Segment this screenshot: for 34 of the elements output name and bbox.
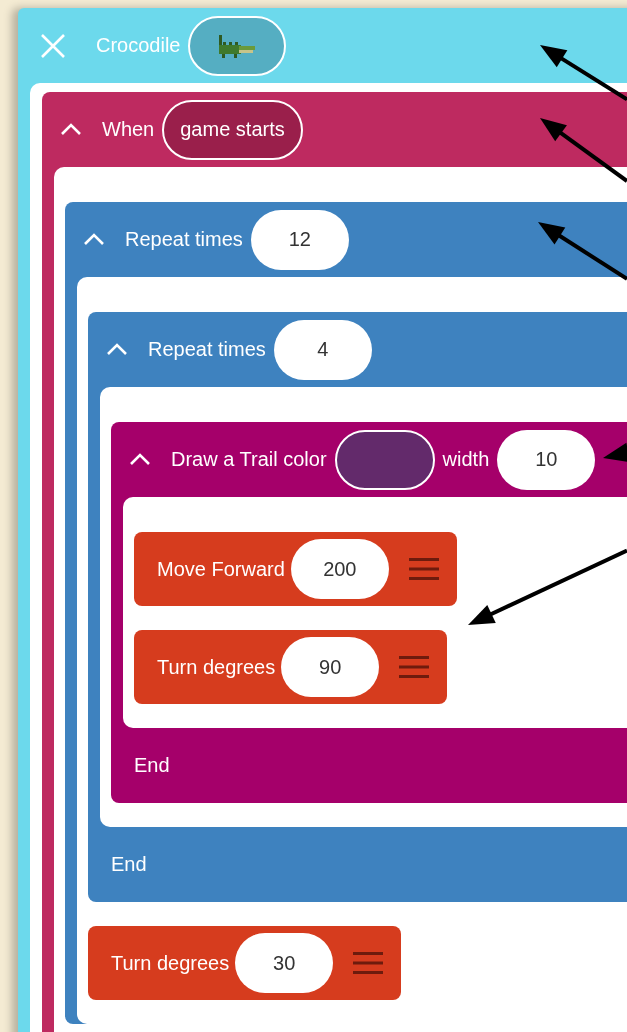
chevron-up-icon bbox=[83, 233, 105, 246]
menu-icon[interactable] bbox=[408, 557, 439, 581]
chevron-up-icon bbox=[60, 123, 82, 136]
menu-icon[interactable] bbox=[353, 951, 384, 975]
end-label: End bbox=[111, 853, 147, 876]
action-block[interactable]: Move Forward 200 bbox=[134, 532, 457, 606]
block-label: Turn degrees bbox=[157, 655, 276, 679]
value-field[interactable]: 200 bbox=[290, 539, 389, 599]
block-label: Draw a Trail color bbox=[171, 448, 327, 471]
value-field[interactable]: 90 bbox=[281, 637, 380, 697]
annotation-arrow bbox=[603, 442, 627, 463]
collapse-toggle[interactable] bbox=[83, 233, 105, 246]
value-field[interactable]: 12 bbox=[250, 209, 349, 270]
value-field[interactable]: 10 bbox=[497, 429, 596, 490]
block-label: Move Forward bbox=[157, 557, 285, 581]
block-label: Turn degrees bbox=[111, 951, 230, 975]
action-block[interactable]: Turn degrees 30 bbox=[88, 926, 402, 1000]
close-icon bbox=[40, 32, 66, 59]
block-label: When bbox=[102, 118, 155, 141]
collapse-toggle[interactable] bbox=[106, 343, 128, 356]
chevron-up-icon bbox=[106, 343, 128, 356]
sprite-name: Crocodile bbox=[96, 34, 181, 57]
action-block[interactable]: Turn degrees 90 bbox=[134, 630, 448, 704]
event-dropdown[interactable]: game starts bbox=[162, 99, 303, 160]
chevron-up-icon bbox=[129, 453, 151, 466]
block-label: width bbox=[442, 448, 490, 471]
value-field[interactable]: 4 bbox=[273, 319, 372, 380]
collapse-toggle[interactable] bbox=[129, 453, 151, 466]
value-field[interactable]: 30 bbox=[235, 933, 334, 993]
end-label: End bbox=[134, 754, 170, 777]
menu-icon[interactable] bbox=[399, 655, 430, 679]
block-label: Repeat times bbox=[125, 228, 243, 251]
block-label: Repeat times bbox=[148, 338, 266, 361]
collapse-toggle[interactable] bbox=[60, 123, 82, 136]
